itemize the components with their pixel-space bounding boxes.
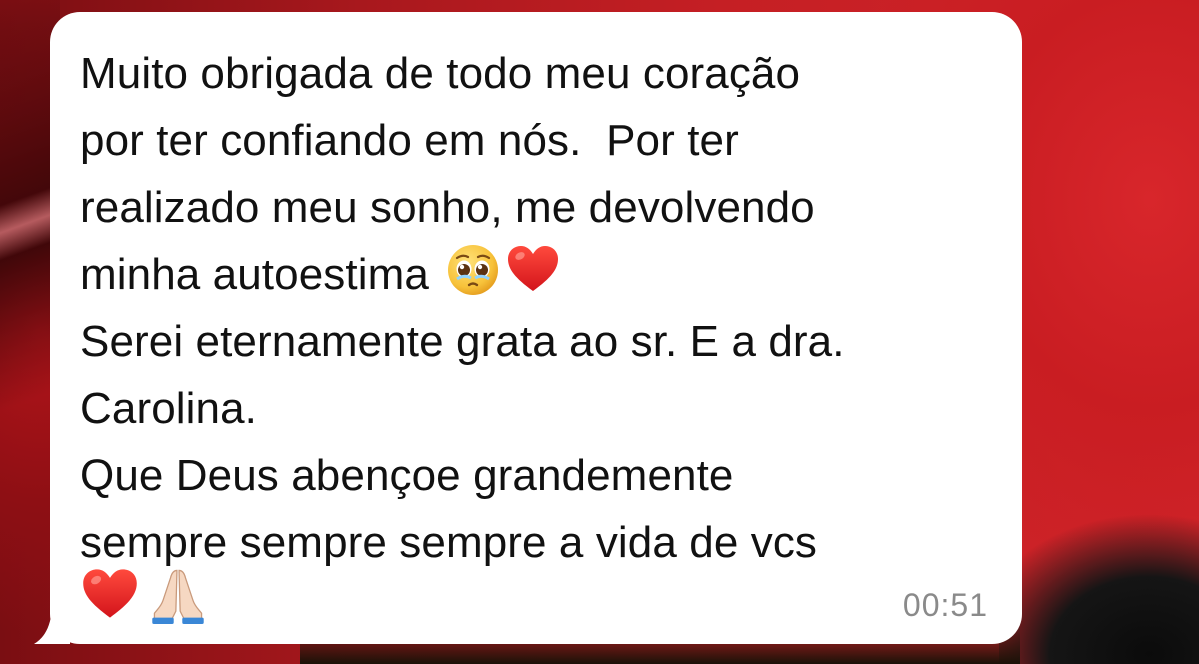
message-timestamp: 00:51: [902, 587, 988, 623]
message-line: Serei eternamente grata ao sr. E a dra.: [80, 317, 845, 366]
message-line: minha autoestima: [80, 250, 429, 299]
message-line: Muito obrigada de todo meu coração: [80, 49, 801, 98]
message-text: Muito obrigada de todo meu coração por t…: [80, 40, 980, 576]
message-line: sempre sempre sempre a vida de vcs: [80, 518, 818, 567]
message-line: realizado meu sonho, me devolvendo: [80, 183, 815, 232]
message-line: Carolina.: [80, 384, 257, 433]
pleading-face-emoji: [445, 241, 501, 297]
trailing-emoji-row: [80, 564, 208, 624]
message-line: por ter confiando em nós. Por ter: [80, 116, 739, 165]
message-bubble[interactable]: Muito obrigada de todo meu coração por t…: [50, 12, 1022, 644]
message-line: Que Deus abençoe grandemente: [80, 451, 734, 500]
folded-hands-emoji: [148, 564, 208, 624]
red-heart-emoji: [505, 241, 561, 297]
red-heart-emoji: [80, 564, 140, 624]
